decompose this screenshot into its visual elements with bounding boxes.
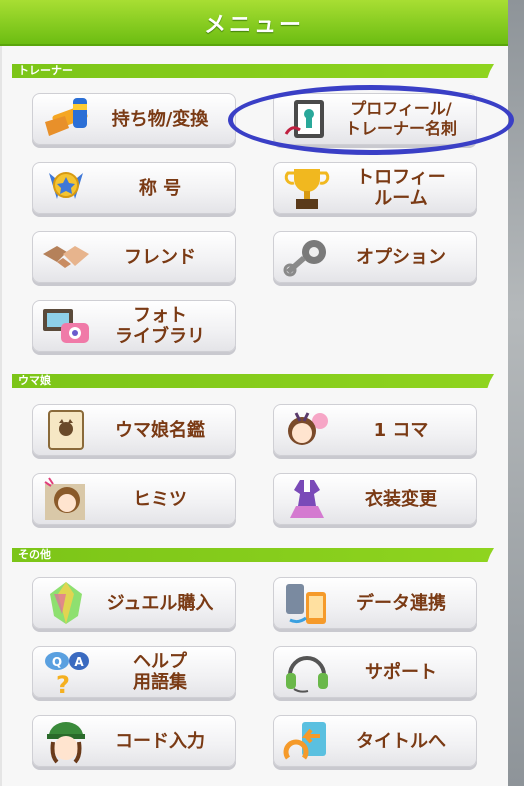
medal-icon [49, 172, 83, 199]
friend-button[interactable]: フレンド [32, 231, 236, 283]
help-glossary-label: ヘルプ 用語集 [133, 651, 187, 693]
friend-label: フレンド [124, 246, 196, 268]
character-secret-icon [44, 477, 85, 520]
one-koma-label: 1 コマ [373, 419, 429, 441]
section-title-umamusume: ウマ娘 [18, 374, 51, 387]
data-link-label: データ連携 [356, 592, 446, 614]
film-camera-icon [43, 309, 89, 343]
jewel-icon [50, 582, 82, 624]
to-title-label: タイトルへ [356, 730, 446, 752]
horseshoe-arrow-icon [283, 722, 326, 760]
umamusume-directory-label: ウマ娘名鑑 [115, 419, 205, 441]
trophy-room-label: トロフィー ルーム [356, 167, 446, 209]
himitsu-button[interactable]: ヒミツ [32, 473, 236, 525]
menu-header: メニュー [0, 0, 508, 46]
headset-icon [286, 656, 328, 693]
phone-transfer-icon [286, 584, 326, 624]
trophy-icon [284, 169, 330, 209]
highlight-annotation-circle [228, 85, 514, 155]
gear-wrench-icon [283, 240, 326, 277]
photo-library-label: フォト ライブラリ [115, 305, 205, 347]
photo-library-button[interactable]: フォト ライブラリ [32, 300, 236, 352]
code-input-label: コード入力 [115, 730, 205, 752]
umamusume-directory-button[interactable]: ウマ娘名鑑 [32, 404, 236, 456]
one-koma-button[interactable]: 1 コマ [273, 404, 477, 456]
option-label: オプション [356, 246, 446, 268]
section-title-trainer: トレーナー [18, 64, 73, 77]
himitsu-label: ヒミツ [133, 488, 187, 510]
svg-text:Q: Q [52, 655, 62, 669]
menu-title: メニュー [203, 13, 304, 38]
data-link-button[interactable]: データ連携 [273, 577, 477, 629]
titles-button[interactable]: 称 号 [32, 162, 236, 214]
book-icon [48, 410, 84, 450]
section-header-trainer: トレーナー [12, 64, 494, 78]
to-title-button[interactable]: タイトルへ [273, 715, 477, 767]
titles-label: 称 号 [138, 177, 182, 199]
help-glossary-button[interactable]: Q A ? ヘルプ 用語集 [32, 646, 236, 698]
question-bubble-icon: Q A ? [45, 652, 89, 695]
support-button[interactable]: サポート [273, 646, 477, 698]
costume-change-label: 衣装変更 [365, 488, 437, 510]
dress-icon [290, 480, 324, 518]
character-portrait-icon [288, 412, 328, 445]
jewel-purchase-button[interactable]: ジュエル購入 [32, 577, 236, 629]
can-bag-icon [45, 98, 88, 136]
character-cap-icon [47, 722, 85, 764]
option-button[interactable]: オプション [273, 231, 477, 283]
section-header-umamusume: ウマ娘 [12, 374, 494, 388]
code-input-button[interactable]: コード入力 [32, 715, 236, 767]
section-title-other: その他 [18, 548, 51, 561]
section-header-other: その他 [12, 548, 494, 562]
support-label: サポート [365, 661, 437, 683]
trophy-room-button[interactable]: トロフィー ルーム [273, 162, 477, 214]
svg-text:?: ? [56, 671, 70, 695]
svg-text:A: A [74, 655, 84, 669]
menu-panel: トレーナー 持ち物/変換 プロフィール/ トレーナー名刺 称 号 トロフィー ル… [0, 46, 508, 786]
costume-change-button[interactable]: 衣装変更 [273, 473, 477, 525]
jewel-purchase-label: ジュエル購入 [106, 592, 214, 614]
handshake-icon [43, 246, 89, 268]
items-exchange-label: 持ち物/変換 [111, 108, 209, 130]
items-exchange-button[interactable]: 持ち物/変換 [32, 93, 236, 145]
